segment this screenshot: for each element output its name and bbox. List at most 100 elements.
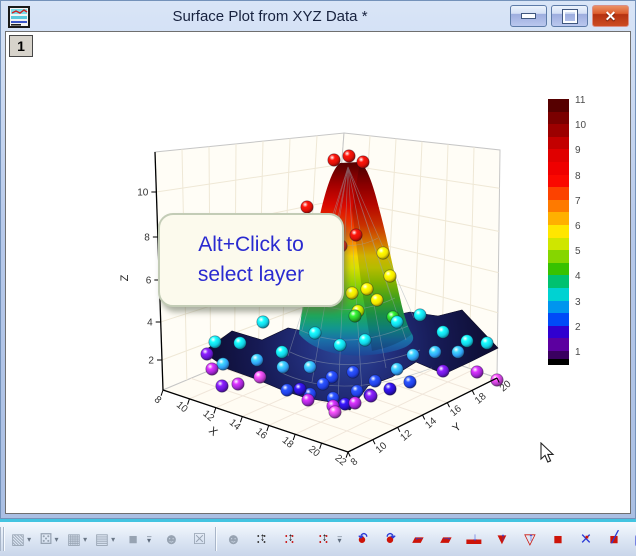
bottom-toolbar: ▧▾⚄▾▦▾▤▾■– ▾☻☒☻∷↕∷↕∷↕– ▾●↶●↷▰←▰→▬↓▼↑▽↑■×… [0, 519, 636, 556]
colorbar-tick-label: 9 [575, 145, 581, 156]
reset-rotation-button[interactable]: ▢▪ [629, 526, 636, 552]
colorbar-band [548, 351, 569, 359]
dropdown-arrow-icon: ▾ [27, 535, 31, 544]
colorbar-tick-label: 1 [575, 347, 581, 358]
3d-colormap-surface-button: ▧▾ [8, 526, 34, 552]
tooltip-line-2: select layer [198, 260, 304, 290]
colorbar-band [548, 288, 569, 301]
colorbar-band [548, 359, 569, 365]
move-data-points-icon-overlay: ↕ [260, 532, 266, 543]
colorbar-band [548, 275, 569, 288]
3d-wireframe-surface-button: ⚄▾ [36, 526, 62, 552]
layer-1-badge[interactable]: 1 [9, 35, 33, 57]
shift-down-button[interactable]: ▬↓ [461, 526, 487, 552]
colorbar-band [548, 212, 569, 225]
minimize-button[interactable] [510, 5, 547, 27]
rotate-cw-icon-overlay: ↷ [386, 532, 395, 543]
remove-bad-points-button[interactable]: ∷↕ [276, 526, 302, 552]
mask-range-button: ☻ [158, 526, 184, 552]
tilt-left-icon-overlay: ← [413, 532, 424, 543]
edit-data-points-button[interactable]: ∷↕ [310, 526, 336, 552]
3d-bar-plot-button: ▦▾ [64, 526, 90, 552]
image-plot-button: ■ [120, 526, 146, 552]
shift-up-icon-overlay: ↑ [500, 532, 506, 543]
rotate-ccw-button[interactable]: ●↶ [349, 526, 375, 552]
colorbar-band [548, 238, 569, 251]
mask-range-icon: ☻ [164, 532, 180, 547]
colorbar-band [548, 326, 569, 339]
tilt-right-icon-overlay: → [441, 532, 452, 543]
colorbar-band [548, 250, 569, 263]
colorbar-band [548, 162, 569, 175]
colorbar-band [548, 200, 569, 213]
plot-toolbar-overflow[interactable]: – ▾ [147, 527, 151, 551]
colorbar-band [548, 149, 569, 162]
mask-point-button: ☻ [220, 526, 246, 552]
maximize-icon [563, 10, 577, 23]
move-data-points-button[interactable]: ∷↕ [248, 526, 274, 552]
colorbar-band [548, 225, 569, 238]
colorbar-band [548, 187, 569, 200]
image-plot-icon: ■ [128, 532, 137, 547]
colorbar-tick-label: 8 [575, 171, 581, 182]
colorbar-tick-label: 2 [575, 322, 581, 333]
graph-window-icon [8, 6, 30, 28]
colorbar-band [548, 124, 569, 137]
colorbar-tick-label: 4 [575, 271, 581, 282]
color-scale-labels: 1110987654321 [575, 99, 605, 365]
app-screen: Surface Plot from XYZ Data * ✕ 1 [0, 0, 636, 556]
colorbar-tick-label: 6 [575, 221, 581, 232]
shift-down-icon-overlay: ↓ [472, 532, 478, 543]
mask-point-icon: ☻ [226, 532, 242, 547]
fit-frame-icon-overlay: ▪ [585, 532, 589, 543]
colorbar-band [548, 338, 569, 351]
colorbar-tick-label: 7 [575, 196, 581, 207]
clipped-toolbar-button [0, 527, 1, 551]
colorbar-tick-label: 10 [575, 120, 586, 131]
3d-walls-plot-icon: ▤ [95, 532, 109, 547]
decrease-perspective-button[interactable]: ■ [545, 526, 571, 552]
titlebar[interactable]: Surface Plot from XYZ Data * ✕ [5, 3, 631, 31]
minimize-icon [521, 13, 536, 19]
3d-colormap-surface-icon: ▧ [11, 532, 25, 547]
close-button[interactable]: ✕ [592, 5, 629, 27]
toolbar-separator [215, 527, 217, 551]
colorbar-tick-label: 3 [575, 297, 581, 308]
perspective-icon-overlay: ╱ [612, 532, 619, 543]
perspective-button[interactable]: ■╱ [601, 526, 627, 552]
fit-frame-button[interactable]: ×▪ [573, 526, 599, 552]
colorbar-band [548, 99, 569, 112]
edit-data-points-icon-overlay: ↕ [322, 532, 328, 543]
colorbar-band [548, 263, 569, 276]
tooltip-line-1: Alt+Click to [198, 230, 304, 260]
3d-wireframe-surface-icon: ⚄ [39, 532, 52, 547]
color-scale-bar [548, 99, 569, 365]
unmask-range-button: ☒ [186, 526, 212, 552]
unmask-range-icon: ☒ [193, 532, 206, 547]
tilt-right-button[interactable]: ▰→ [433, 526, 459, 552]
close-icon: ✕ [605, 9, 617, 23]
colorbar-band [548, 175, 569, 188]
increase-perspective-icon-overlay: ↑ [528, 532, 534, 543]
dropdown-arrow-icon: ▾ [83, 535, 87, 544]
rotate-ccw-icon-overlay: ↶ [358, 532, 367, 543]
layer-hint-tooltip: Alt+Click to select layer [158, 213, 344, 307]
tilt-left-button[interactable]: ▰← [405, 526, 431, 552]
window-title: Surface Plot from XYZ Data * [39, 8, 501, 25]
increase-perspective-button[interactable]: ▽↑ [517, 526, 543, 552]
3d-bar-plot-icon: ▦ [67, 532, 81, 547]
rotate-cw-button[interactable]: ●↷ [377, 526, 403, 552]
mask-toolbar-overflow[interactable]: – ▾ [337, 527, 341, 551]
dropdown-arrow-icon: ▾ [55, 535, 59, 544]
remove-bad-points-icon-overlay: ↕ [288, 532, 294, 543]
decrease-perspective-icon: ■ [553, 532, 562, 547]
colorbar-tick-label: 11 [575, 95, 585, 106]
mouse-cursor [540, 442, 555, 464]
toolbar-separator [3, 527, 5, 551]
colorbar-band [548, 313, 569, 326]
maximize-button[interactable] [551, 5, 588, 27]
colorbar-tick-label: 5 [575, 246, 581, 257]
color-scale[interactable]: 1110987654321 [548, 99, 608, 365]
shift-up-button[interactable]: ▼↑ [489, 526, 515, 552]
colorbar-band [548, 112, 569, 125]
